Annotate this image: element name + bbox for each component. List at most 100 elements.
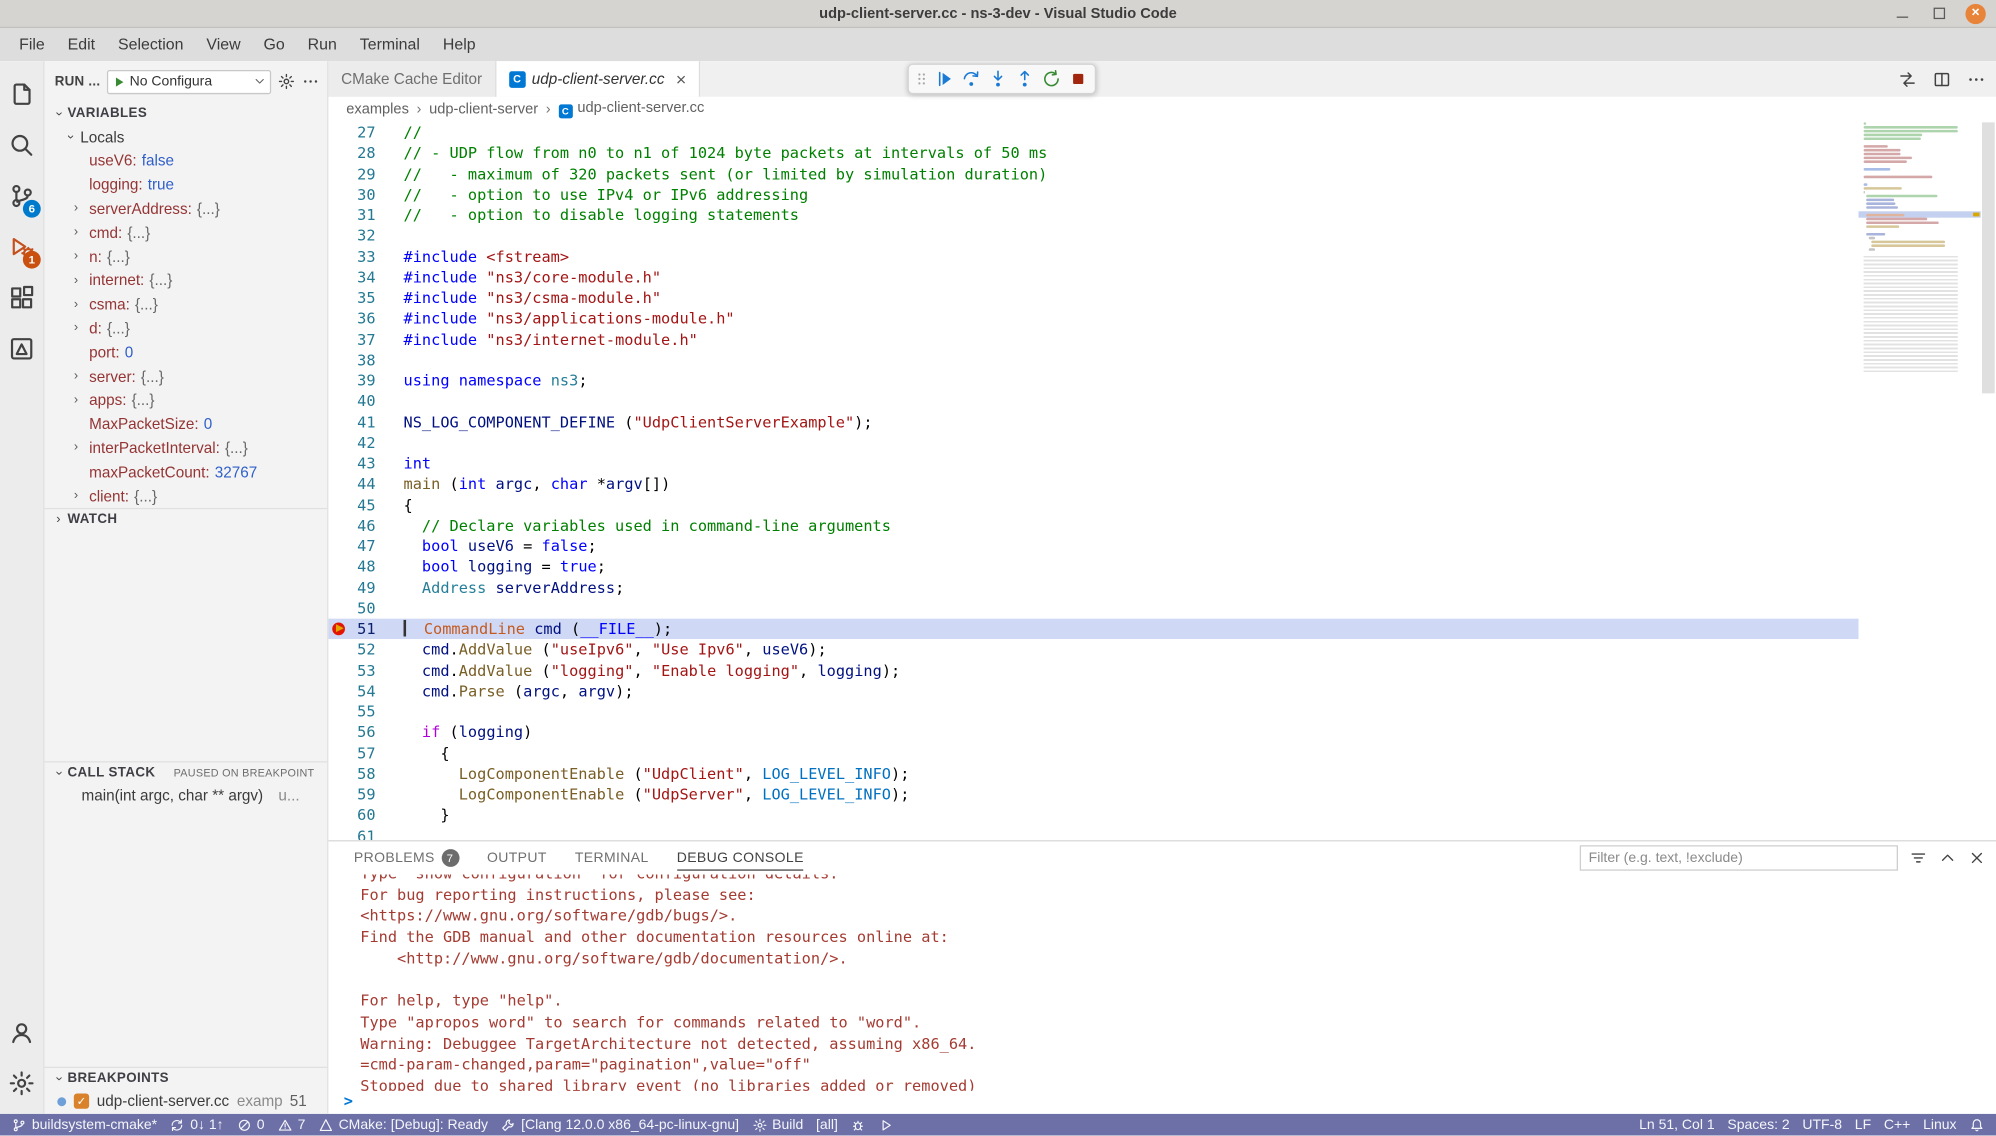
status-indentation[interactable]: Spaces: 2 bbox=[1721, 1114, 1796, 1136]
code-line-47[interactable]: 47 bool useV6 = false; bbox=[328, 536, 1858, 557]
status-git-branch[interactable]: buildsystem-cmake* bbox=[5, 1114, 163, 1136]
restart-button[interactable] bbox=[1037, 66, 1064, 93]
gutter[interactable]: 57 bbox=[328, 743, 403, 764]
stack-frame[interactable]: main(int argc, char ** argv) u... bbox=[45, 784, 328, 808]
code-line-34[interactable]: 34#include "ns3/core-module.h" bbox=[328, 267, 1858, 288]
code-line-40[interactable]: 40 bbox=[328, 391, 1858, 412]
close-window-button[interactable]: × bbox=[1965, 3, 1985, 23]
menu-selection[interactable]: Selection bbox=[107, 32, 195, 57]
more-actions-icon[interactable] bbox=[302, 73, 320, 91]
code-line-33[interactable]: 33#include <fstream> bbox=[328, 246, 1858, 267]
code-line-41[interactable]: 41NS_LOG_COMPONENT_DEFINE ("UdpClientSer… bbox=[328, 412, 1858, 433]
status-cmake-build[interactable]: Build bbox=[745, 1114, 809, 1136]
variable-row[interactable]: ›client:{...} bbox=[45, 484, 328, 508]
gutter[interactable]: 39 bbox=[328, 370, 403, 391]
maximize-button[interactable] bbox=[1929, 3, 1949, 23]
scrollbar-thumb[interactable] bbox=[1982, 122, 1995, 393]
gutter[interactable]: 28 bbox=[328, 143, 403, 164]
code-line-39[interactable]: 39using namespace ns3; bbox=[328, 370, 1858, 391]
status-language-mode[interactable]: C++ bbox=[1877, 1114, 1916, 1136]
tab-udp-client-server-cc[interactable]: Cudp-client-server.cc× bbox=[496, 61, 700, 97]
status-problems-errors[interactable]: 0 bbox=[230, 1114, 271, 1136]
breakpoints-section-header[interactable]: › BREAKPOINTS bbox=[45, 1067, 328, 1090]
gutter[interactable]: 41 bbox=[328, 412, 403, 433]
variable-row[interactable]: maxPacketCount:32767 bbox=[45, 460, 328, 484]
gutter[interactable]: 40 bbox=[328, 391, 403, 412]
status-build-target[interactable]: [all] bbox=[810, 1114, 845, 1136]
gutter[interactable]: 45 bbox=[328, 495, 403, 516]
panel-tab-terminal[interactable]: TERMINAL bbox=[575, 845, 649, 870]
panel-tab-problems[interactable]: PROBLEMS7 bbox=[354, 844, 459, 872]
console-options-icon[interactable] bbox=[1909, 849, 1927, 867]
breadcrumb-item[interactable]: examples bbox=[346, 102, 409, 117]
code-line-37[interactable]: 37#include "ns3/internet-module.h" bbox=[328, 329, 1858, 350]
start-debugging-icon[interactable] bbox=[112, 74, 126, 88]
status-notifications[interactable] bbox=[1963, 1114, 1991, 1136]
split-editor-icon[interactable] bbox=[1932, 69, 1951, 88]
code-line-43[interactable]: 43int bbox=[328, 453, 1858, 474]
menu-help[interactable]: Help bbox=[431, 32, 487, 57]
variable-row[interactable]: ›internet:{...} bbox=[45, 269, 328, 293]
minimize-button[interactable] bbox=[1892, 3, 1912, 23]
menu-view[interactable]: View bbox=[195, 32, 252, 57]
gutter[interactable]: 32 bbox=[328, 226, 403, 247]
gutter[interactable]: 49 bbox=[328, 577, 403, 598]
activity-source-control[interactable]: 6 bbox=[0, 171, 43, 222]
status-launch-target[interactable] bbox=[872, 1114, 900, 1136]
code-editor[interactable]: 27//28// - UDP flow from n0 to n1 of 102… bbox=[328, 122, 1858, 840]
menu-file[interactable]: File bbox=[8, 32, 57, 57]
console-input[interactable] bbox=[353, 1091, 1996, 1111]
code-line-28[interactable]: 28// - UDP flow from n0 to n1 of 1024 by… bbox=[328, 143, 1858, 164]
menu-go[interactable]: Go bbox=[252, 32, 296, 57]
variable-row[interactable]: ›n:{...} bbox=[45, 245, 328, 269]
gutter[interactable]: 38 bbox=[328, 350, 403, 371]
code-line-50[interactable]: 50 bbox=[328, 598, 1858, 619]
call-stack-section-header[interactable]: › CALL STACK PAUSED ON BREAKPOINT bbox=[45, 761, 328, 784]
debug-config-dropdown[interactable]: No Configura bbox=[107, 69, 271, 93]
gutter[interactable]: 48 bbox=[328, 557, 403, 578]
variable-row[interactable]: ›csma:{...} bbox=[45, 293, 328, 317]
variable-row[interactable]: logging:true bbox=[45, 173, 328, 197]
gutter[interactable]: 42 bbox=[328, 432, 403, 453]
gutter[interactable]: 59 bbox=[328, 784, 403, 805]
variable-row[interactable]: ›apps:{...} bbox=[45, 388, 328, 412]
status-cpp-configuration[interactable]: Linux bbox=[1917, 1114, 1963, 1136]
gutter[interactable]: 52 bbox=[328, 639, 403, 660]
watch-section-header[interactable]: › WATCH bbox=[45, 508, 328, 531]
open-changes-icon[interactable] bbox=[1898, 69, 1917, 88]
activity-cmake-tools[interactable] bbox=[0, 323, 43, 374]
code-line-38[interactable]: 38 bbox=[328, 350, 1858, 371]
status-cmake-status[interactable]: CMake: [Debug]: Ready bbox=[312, 1114, 495, 1136]
gutter[interactable]: 55 bbox=[328, 701, 403, 722]
status-cmake-kit[interactable]: [Clang 12.0.0 x86_64-pc-linux-gnu] bbox=[494, 1114, 745, 1136]
code-line-48[interactable]: 48 bool logging = true; bbox=[328, 557, 1858, 578]
gutter[interactable]: ▶51 bbox=[328, 619, 403, 640]
status-problems-warnings[interactable]: 7 bbox=[271, 1114, 312, 1136]
step-over-button[interactable] bbox=[957, 66, 984, 93]
code-line-51[interactable]: ▶51 CommandLine cmd (__FILE__); bbox=[328, 619, 1858, 640]
variables-section-header[interactable]: › VARIABLES bbox=[45, 102, 328, 125]
continue-button[interactable] bbox=[931, 66, 958, 93]
code-line-29[interactable]: 29// - maximum of 320 packets sent (or l… bbox=[328, 164, 1858, 185]
code-line-49[interactable]: 49 Address serverAddress; bbox=[328, 577, 1858, 598]
gutter[interactable]: 58 bbox=[328, 763, 403, 784]
gutter[interactable]: 34 bbox=[328, 267, 403, 288]
gutter[interactable]: 56 bbox=[328, 722, 403, 743]
activity-settings-gear[interactable] bbox=[0, 1058, 43, 1109]
code-line-30[interactable]: 30// - option to use IPv4 or IPv6 addres… bbox=[328, 184, 1858, 205]
status-encoding[interactable]: UTF-8 bbox=[1796, 1114, 1848, 1136]
code-line-46[interactable]: 46 // Declare variables used in command-… bbox=[328, 515, 1858, 536]
activity-files[interactable] bbox=[0, 69, 43, 120]
gutter[interactable]: 61 bbox=[328, 826, 403, 841]
status-eol[interactable]: LF bbox=[1848, 1114, 1877, 1136]
code-line-31[interactable]: 31// - option to disable logging stateme… bbox=[328, 205, 1858, 226]
gutter[interactable]: 54 bbox=[328, 681, 403, 702]
activity-search[interactable] bbox=[0, 120, 43, 171]
panel-tab-output[interactable]: OUTPUT bbox=[487, 845, 547, 870]
menu-edit[interactable]: Edit bbox=[56, 32, 106, 57]
more-actions-icon[interactable] bbox=[1967, 69, 1986, 88]
status-debug-target[interactable] bbox=[844, 1114, 872, 1136]
console-filter-input[interactable] bbox=[1580, 845, 1898, 870]
code-line-56[interactable]: 56 if (logging) bbox=[328, 722, 1858, 743]
gutter[interactable]: 53 bbox=[328, 660, 403, 681]
